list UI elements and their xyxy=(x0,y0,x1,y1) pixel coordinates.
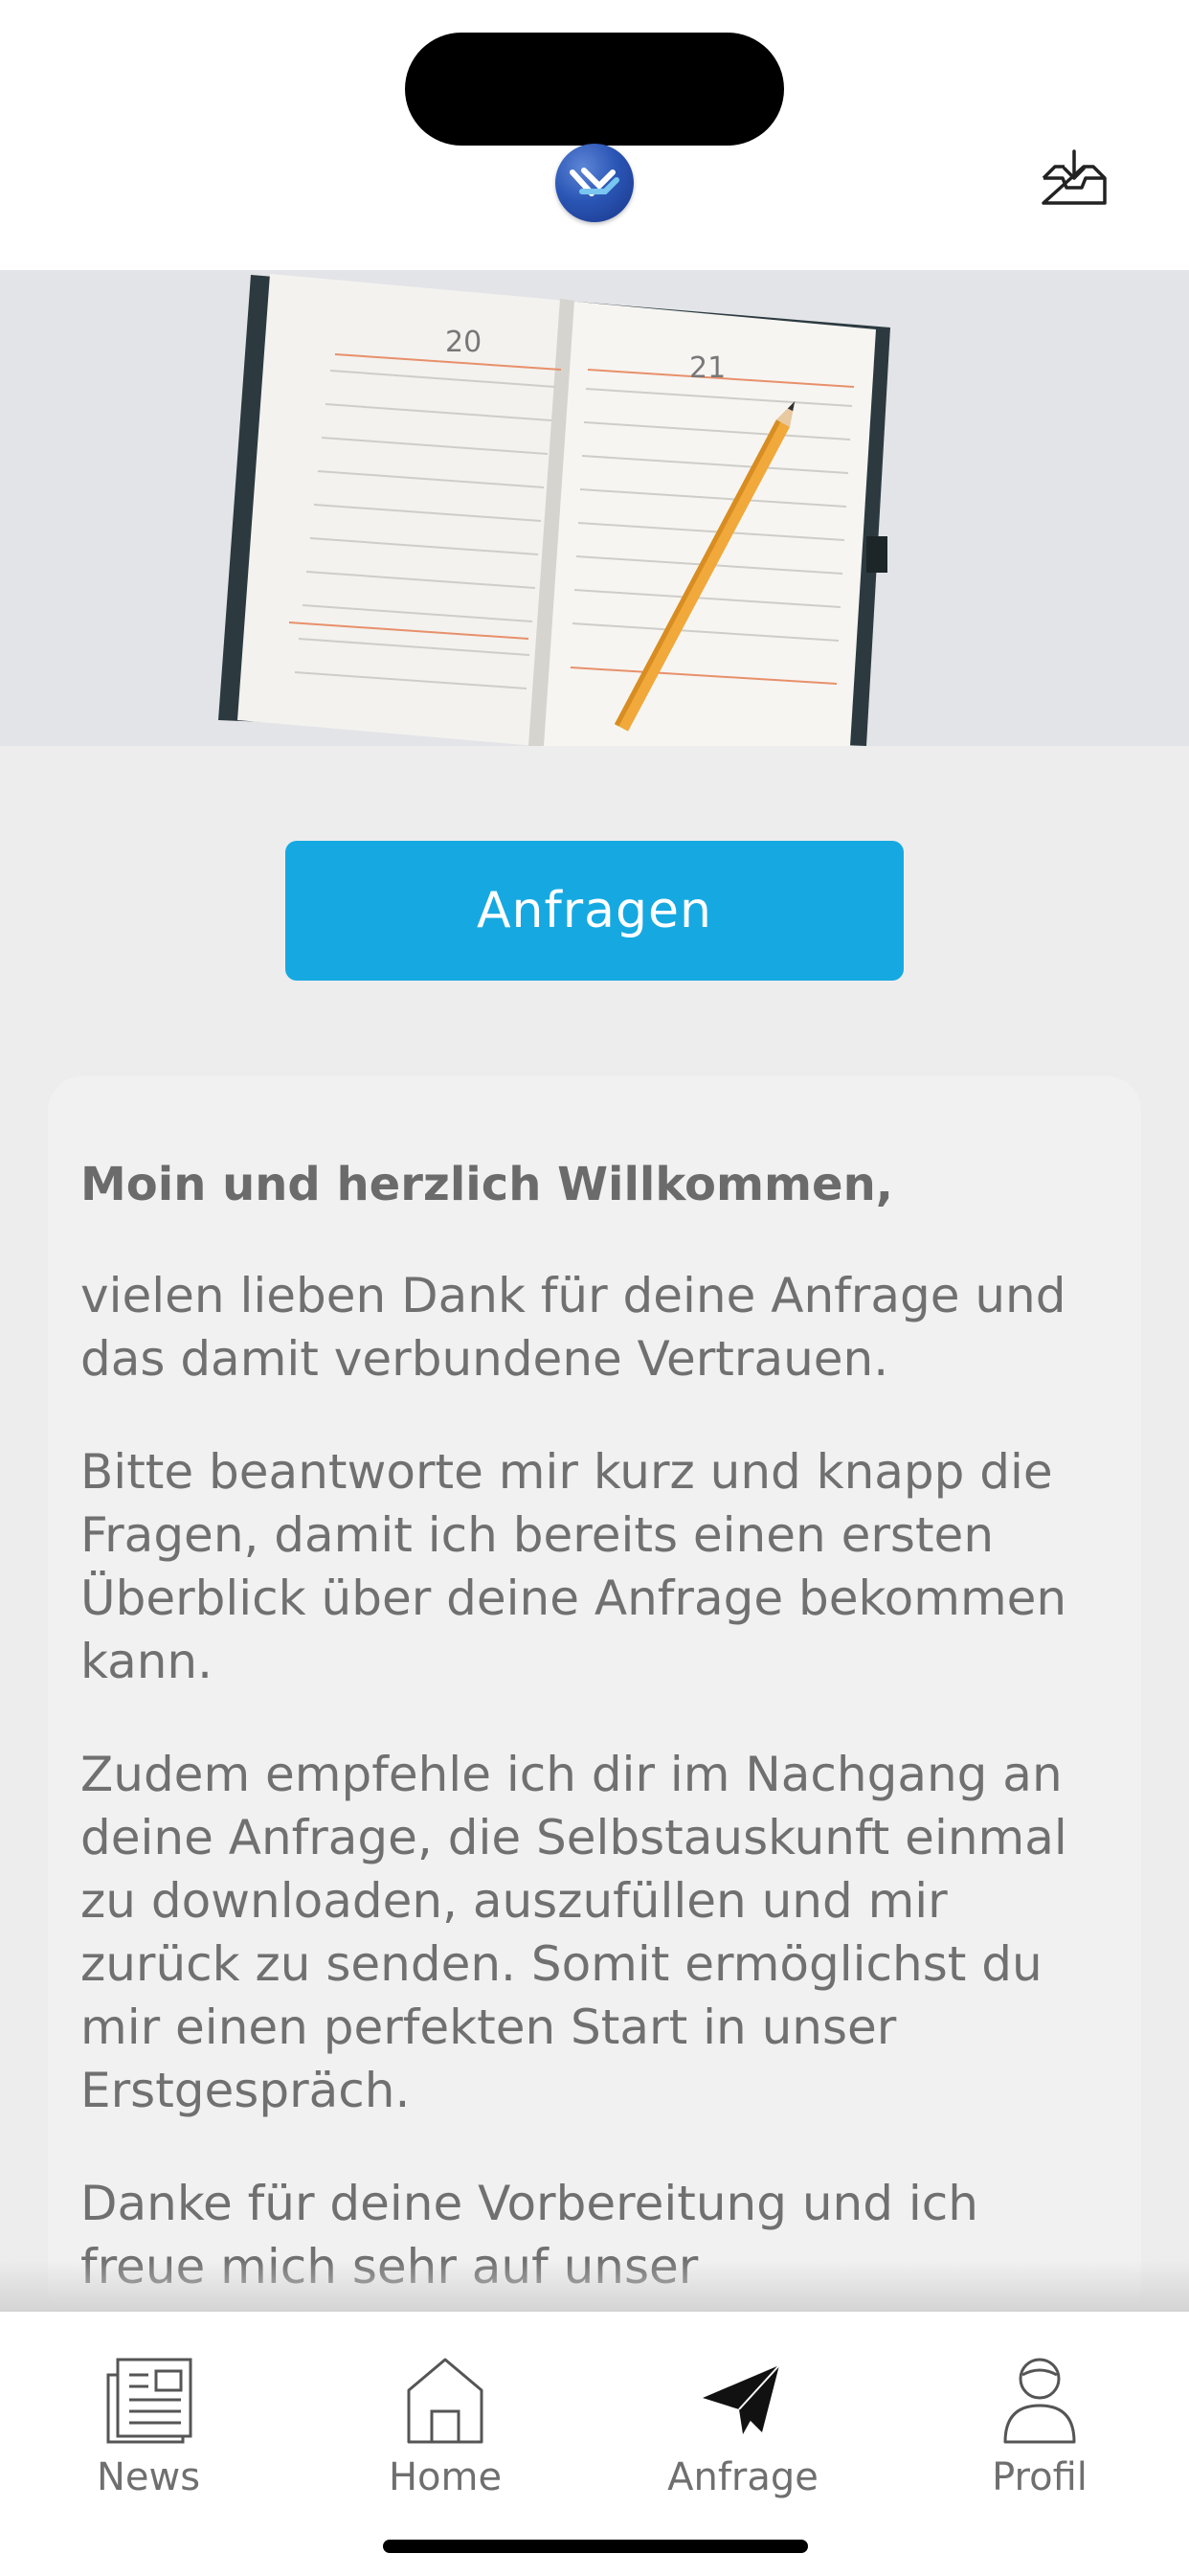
home-icon xyxy=(407,2358,483,2444)
brand-logo-icon xyxy=(555,144,634,222)
tab-label-anfrage: Anfrage xyxy=(667,2455,819,2499)
tab-home[interactable]: Home xyxy=(297,2312,594,2522)
paper-plane-icon xyxy=(703,2364,780,2434)
device-notch xyxy=(405,33,784,146)
welcome-paragraph: Bitte beantworte mir kurz und knapp die … xyxy=(80,1444,1067,1689)
tab-label-news: News xyxy=(96,2455,201,2499)
tab-anfrage[interactable]: Anfrage xyxy=(594,2312,891,2522)
scroll-fade xyxy=(0,2260,1189,2310)
app-header xyxy=(0,0,1189,270)
welcome-card: Moin und herzlich Willkommen, vielen lie… xyxy=(48,1076,1141,2321)
hero-image: 20 21 xyxy=(0,270,1189,746)
home-indicator xyxy=(383,2540,808,2553)
tab-label-home: Home xyxy=(388,2455,503,2499)
inbox-download-icon[interactable] xyxy=(1040,149,1109,207)
left-page-number: 20 xyxy=(445,326,482,359)
bottom-tab-bar: News Home Anfrage Profil xyxy=(0,2310,1189,2576)
tab-profil[interactable]: Profil xyxy=(891,2312,1188,2522)
anfragen-button[interactable]: Anfragen xyxy=(285,841,904,981)
tab-label-profil: Profil xyxy=(992,2455,1088,2499)
tab-news[interactable]: News xyxy=(0,2312,297,2522)
right-page-number: 21 xyxy=(689,351,726,385)
welcome-heading: Moin und herzlich Willkommen, xyxy=(80,1158,893,1211)
welcome-paragraph: vielen lieben Dank für deine Anfrage und… xyxy=(80,1268,1066,1387)
newspaper-icon xyxy=(106,2358,192,2444)
person-icon xyxy=(1003,2358,1076,2444)
welcome-paragraph: Zudem empfehle ich dir im Nachgang an de… xyxy=(80,1747,1067,2118)
